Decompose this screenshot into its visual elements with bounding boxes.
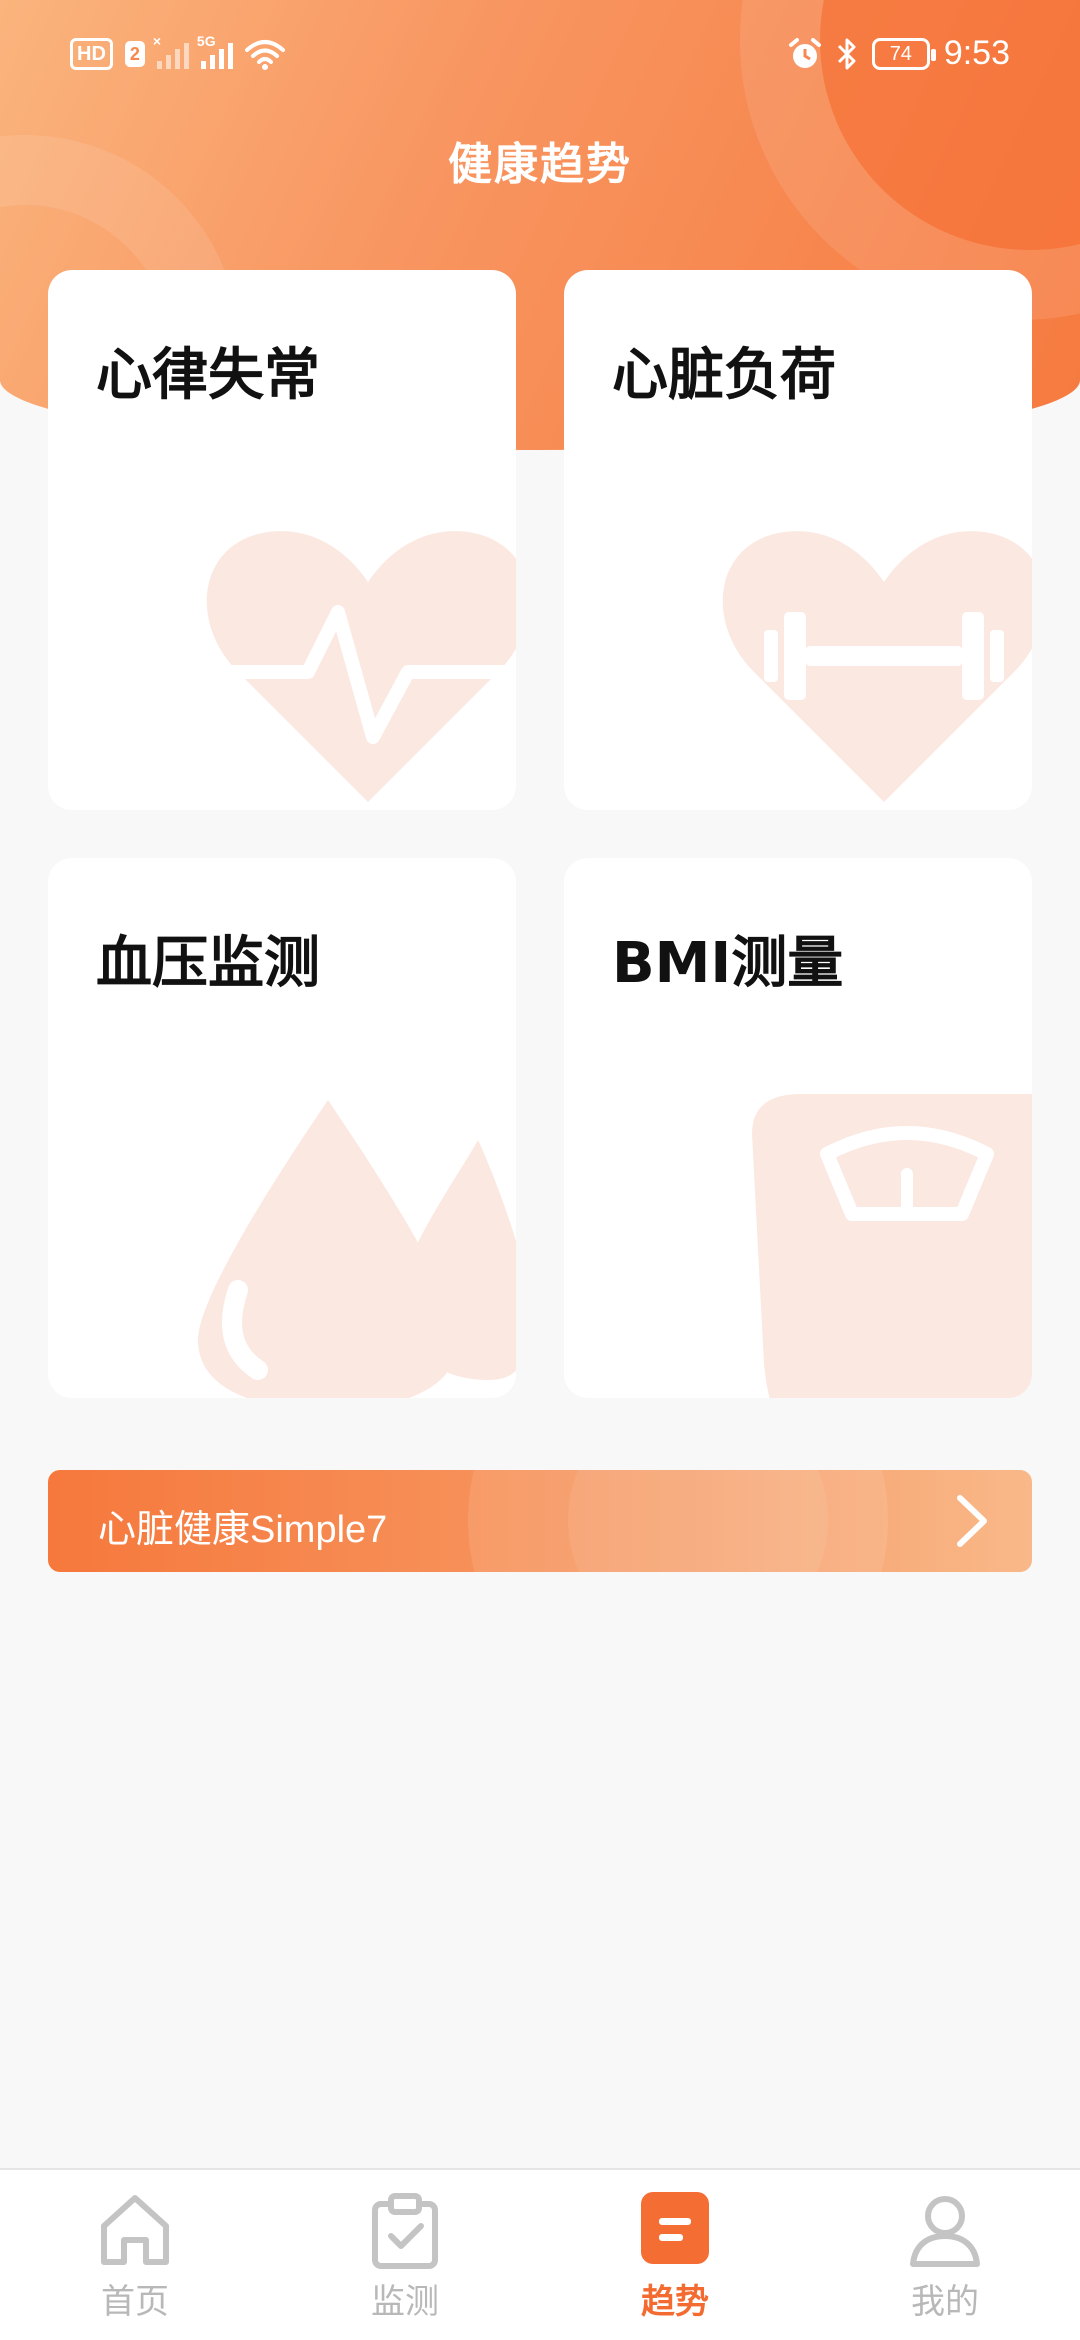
bottom-nav: 首页 监测 趋势 我的: [0, 2168, 1080, 2340]
card-title: 心律失常: [96, 343, 320, 408]
card-title: BMI测量: [612, 931, 844, 996]
scale-icon: [752, 1094, 1032, 1398]
chevron-right-icon: [957, 1495, 987, 1547]
signal-sim2-icon: 5G: [197, 33, 233, 69]
heart-dumbbell-icon: [722, 531, 1032, 802]
clipboard-check-icon: [372, 2193, 438, 2269]
nav-item-monitor[interactable]: 监测: [270, 2170, 540, 2340]
status-right-group: 74 9:53: [788, 34, 1010, 73]
card-arrhythmia[interactable]: 心律失常: [48, 270, 516, 810]
status-bar: HD 2 × 5G 74 9:53: [0, 0, 1080, 120]
battery-indicator: 74: [871, 37, 936, 70]
signal-sim1-icon: ×: [153, 33, 189, 69]
alarm-icon: [788, 37, 821, 68]
status-left-group: HD 2 × 5G: [70, 33, 285, 70]
blood-drop-icon: [198, 1100, 516, 1398]
card-bmi[interactable]: BMI测量: [564, 858, 1032, 1398]
sim-badge: 2: [124, 41, 145, 67]
hd-badge: HD: [70, 38, 113, 70]
card-title: 心脏负荷: [612, 343, 836, 408]
nav-label: 趋势: [641, 2282, 709, 2322]
nav-item-trend[interactable]: 趋势: [540, 2170, 810, 2340]
user-icon: [910, 2196, 980, 2267]
card-blood-pressure[interactable]: 血压监测: [48, 858, 516, 1398]
page-title: 健康趋势: [448, 139, 632, 190]
bluetooth-icon: [837, 38, 856, 69]
trend-icon: [641, 2192, 709, 2264]
simple7-banner[interactable]: 心脏健康Simple7: [48, 1470, 1032, 1572]
nav-label: 首页: [101, 2282, 169, 2322]
card-title: 血压监测: [96, 931, 320, 996]
nav-item-home[interactable]: 首页: [0, 2170, 270, 2340]
nav-label: 我的: [911, 2282, 979, 2322]
wifi-icon: [244, 40, 285, 70]
home-icon: [101, 2195, 169, 2265]
banner-decoration-inner: [568, 1470, 828, 1572]
clock: 9:53: [943, 34, 1010, 72]
nav-item-profile[interactable]: 我的: [810, 2170, 1080, 2340]
heart-pulse-icon: [198, 531, 516, 802]
nav-label: 监测: [371, 2282, 439, 2322]
banner-label: 心脏健康Simple7: [98, 1509, 388, 1551]
card-cardiac-load[interactable]: 心脏负荷: [564, 270, 1032, 810]
network-type: 5G: [196, 33, 216, 49]
